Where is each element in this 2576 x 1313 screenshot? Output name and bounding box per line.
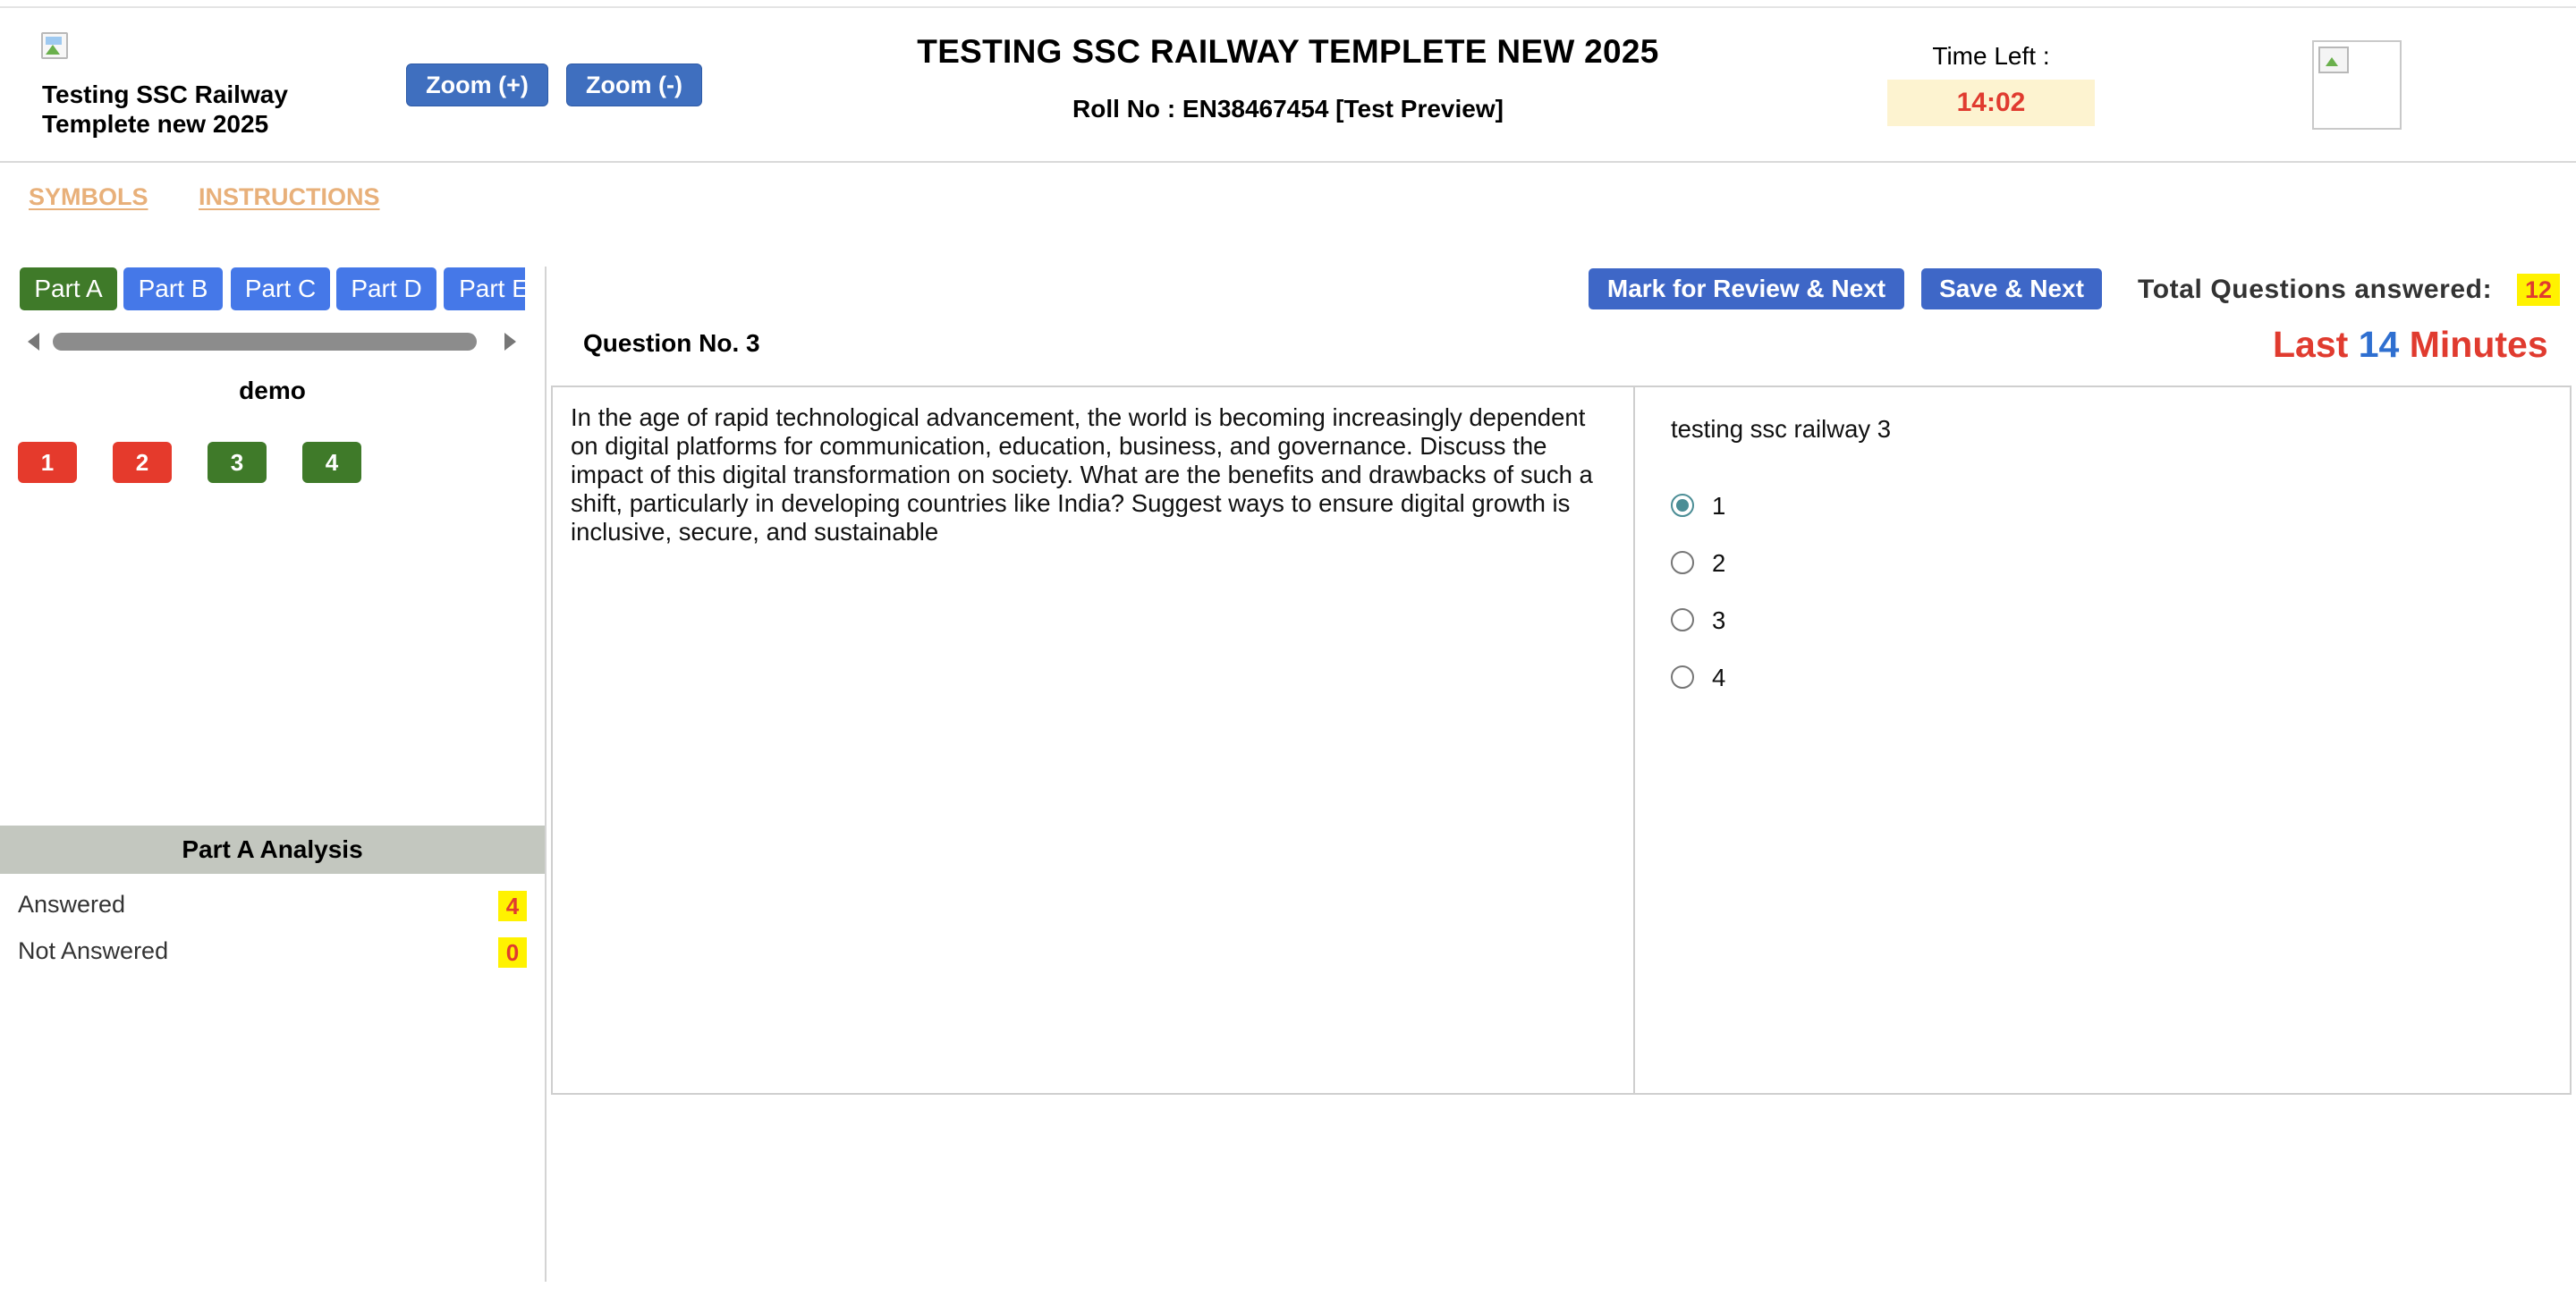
not-answered-count-badge: 0 xyxy=(498,937,527,968)
scroll-right-arrow-icon[interactable] xyxy=(504,333,516,351)
option-4-label[interactable]: 4 xyxy=(1712,665,1725,691)
option-3-label[interactable]: 3 xyxy=(1712,607,1725,634)
roll-number: Roll No : EN38467454 [Test Preview] xyxy=(1072,95,1504,123)
last-minutes-prefix: Last xyxy=(2273,324,2349,365)
question-number: Question No. 3 xyxy=(583,329,760,357)
part-analysis-title: Part A Analysis xyxy=(0,826,545,874)
option-2-radio[interactable] xyxy=(1671,551,1694,574)
option-1-radio[interactable] xyxy=(1671,494,1694,517)
question-palette-button-1[interactable]: 1 xyxy=(18,442,77,483)
zoom-out-button[interactable]: Zoom (-) xyxy=(566,64,702,106)
tabs-scrollbar[interactable] xyxy=(53,333,477,351)
question-panel: In the age of rapid technological advanc… xyxy=(551,385,2572,1095)
total-answered-count-badge: 12 xyxy=(2517,274,2560,306)
last-minutes-value: 14 xyxy=(2358,324,2400,365)
save-next-button[interactable]: Save & Next xyxy=(1921,268,2102,309)
mark-for-review-next-button[interactable]: Mark for Review & Next xyxy=(1589,268,1904,309)
section-name: demo xyxy=(239,377,306,404)
candidate-photo xyxy=(2312,40,2402,130)
tab-part-c[interactable]: Part C xyxy=(231,267,330,310)
question-palette-button-3[interactable]: 3 xyxy=(208,442,267,483)
zoom-in-button[interactable]: Zoom (+) xyxy=(406,64,548,106)
last-minutes-suffix: Minutes xyxy=(2409,324,2548,365)
broken-image-icon xyxy=(2318,47,2349,73)
question-palette-button-4[interactable]: 4 xyxy=(302,442,361,483)
exam-short-title: Testing SSC Railway Templete new 2025 xyxy=(42,80,288,138)
time-left-value: 14:02 xyxy=(1887,80,2095,126)
question-text: In the age of rapid technological advanc… xyxy=(571,403,1593,546)
tab-part-d[interactable]: Part D xyxy=(336,267,436,310)
not-answered-label: Not Answered xyxy=(18,937,169,964)
total-answered-label: Total Questions answered: xyxy=(2138,275,2493,304)
last-minutes-warning: Last 14 Minutes xyxy=(2273,324,2548,366)
option-3-radio[interactable] xyxy=(1671,608,1694,631)
exam-title: TESTING SSC RAILWAY TEMPLETE NEW 2025 xyxy=(917,33,1659,70)
tab-part-e[interactable]: Part E xyxy=(444,267,525,310)
part-tabs: Part A Part B Part C Part D Part E xyxy=(20,267,525,310)
option-1-label[interactable]: 1 xyxy=(1712,493,1725,520)
option-4-radio[interactable] xyxy=(1671,665,1694,689)
symbols-link[interactable]: SYMBOLS xyxy=(29,183,148,211)
header: Testing SSC Railway Templete new 2025 Zo… xyxy=(0,8,2576,163)
question-panel-divider xyxy=(1633,387,1635,1093)
sidebar-divider xyxy=(545,267,547,1282)
question-palette-button-2[interactable]: 2 xyxy=(113,442,172,483)
instructions-link[interactable]: INSTRUCTIONS xyxy=(199,183,380,211)
time-left-label: Time Left : xyxy=(1932,42,2050,70)
options-title: testing ssc railway 3 xyxy=(1671,415,1892,443)
answered-count-badge: 4 xyxy=(498,891,527,921)
answered-label: Answered xyxy=(18,891,126,918)
scroll-left-arrow-icon[interactable] xyxy=(28,333,39,351)
logo-image-icon xyxy=(41,32,68,61)
tab-part-b[interactable]: Part B xyxy=(123,267,223,310)
exam-window: Testing SSC Railway Templete new 2025 Zo… xyxy=(0,0,2576,1313)
tab-part-a[interactable]: Part A xyxy=(20,267,117,310)
option-2-label[interactable]: 2 xyxy=(1712,550,1725,577)
